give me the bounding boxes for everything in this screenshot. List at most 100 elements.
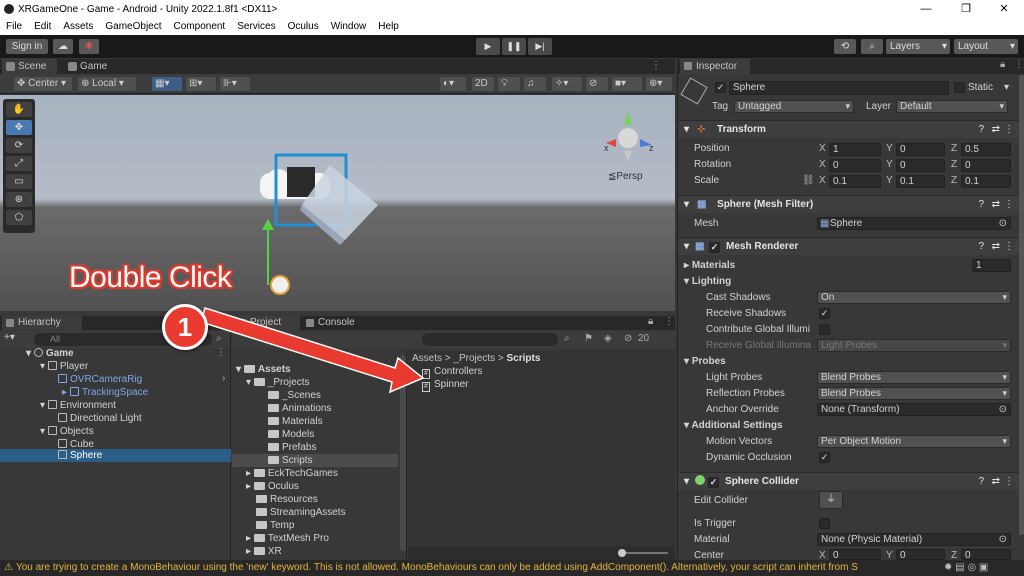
space-dropdown[interactable]: ⊕ Local ▾ xyxy=(78,77,136,91)
menu-gameobject[interactable]: GameObject xyxy=(99,21,167,32)
position-x-field[interactable]: 1 xyxy=(829,143,881,156)
project-search-input[interactable] xyxy=(422,333,558,346)
help-icon[interactable]: ? xyxy=(978,238,984,256)
contribute-gi-checkbox[interactable] xyxy=(819,324,830,335)
motion-vectors-dropdown[interactable]: Per Object Motion xyxy=(817,435,1011,448)
light-probes-dropdown[interactable]: Blend Probes xyxy=(817,371,1011,384)
materials-label[interactable]: ▸ Materials xyxy=(684,260,735,271)
effects-toggle-icon[interactable]: ✧▾ xyxy=(552,77,582,91)
lock-icon[interactable]: 🔒︎ xyxy=(648,316,653,327)
layer-dropdown[interactable]: Default xyxy=(896,100,1008,113)
scale-x-field[interactable]: 0.1 xyxy=(829,175,881,188)
menu-component[interactable]: Component xyxy=(168,21,232,32)
minimize-icon[interactable]: — xyxy=(906,0,946,18)
tree-item-directional-light[interactable]: Directional Light xyxy=(58,412,142,425)
tab-hierarchy[interactable]: Hierarchy xyxy=(2,316,82,330)
preset-icon[interactable]: ⇄ xyxy=(992,473,1000,491)
folder-textmeshpro[interactable]: ▸ TextMesh Pro xyxy=(246,532,329,545)
menu-file[interactable]: File xyxy=(0,21,28,32)
menu-services[interactable]: Services xyxy=(231,21,281,32)
position-z-field[interactable]: 0.5 xyxy=(961,143,1011,156)
kebab-menu-icon[interactable]: ⋮ xyxy=(1004,238,1014,256)
bug-icon[interactable]: ✹ xyxy=(944,562,952,573)
kebab-menu-icon[interactable]: ⋮ xyxy=(651,60,661,71)
close-icon[interactable]: ✕ xyxy=(984,0,1024,18)
tree-item-environment[interactable]: ▾ Environment xyxy=(40,399,116,412)
mode-2d-button[interactable]: 2D xyxy=(472,77,494,91)
inspector-scrollbar[interactable] xyxy=(1019,75,1024,535)
audio-toggle-icon[interactable]: ♫ xyxy=(524,77,546,91)
object-name-field[interactable]: Sphere xyxy=(729,81,949,95)
camera-settings-icon[interactable]: ■▾ xyxy=(612,77,642,91)
file-spinner[interactable]: # Spinner xyxy=(422,378,468,392)
tree-item-ovrcamerarig[interactable]: OVRCameraRig xyxy=(58,373,142,386)
rotation-z-field[interactable]: 0 xyxy=(961,159,1011,172)
materials-count-field[interactable]: 1 xyxy=(972,259,1011,272)
sign-in-button[interactable]: Sign in xyxy=(6,39,48,54)
help-icon[interactable]: ? xyxy=(978,121,984,139)
tab-game[interactable]: Game xyxy=(64,59,119,74)
snap-increment-button[interactable]: ⊞▾ xyxy=(186,77,216,91)
pivot-dropdown[interactable]: ✥ Center ▾ xyxy=(14,77,72,91)
menu-window[interactable]: Window xyxy=(325,21,373,32)
zoom-slider-handle[interactable] xyxy=(618,549,626,557)
reflection-probes-dropdown[interactable]: Blend Probes xyxy=(817,387,1011,400)
tree-item-trackingspace[interactable]: ▸ TrackingSpace xyxy=(62,386,148,399)
center-x-field[interactable]: 0 xyxy=(829,549,881,560)
status-bar[interactable]: ⚠ You are trying to create a MonoBehaviou… xyxy=(0,560,1024,576)
anchor-override-field[interactable]: None (Transform) ⊙ xyxy=(817,403,1011,416)
folder-animations[interactable]: Animations xyxy=(268,402,331,415)
search-filter-icon[interactable]: ⌕ xyxy=(216,333,222,344)
tag-dropdown[interactable]: Untagged xyxy=(734,100,854,113)
tab-project[interactable]: Project xyxy=(234,316,300,330)
tree-item-player[interactable]: ▾ Player xyxy=(40,360,88,373)
restore-icon[interactable]: ❐ xyxy=(946,0,986,18)
search-icon[interactable]: ⌕ xyxy=(861,39,883,54)
folder-temp[interactable]: Temp xyxy=(256,519,294,532)
breadcrumb-scripts[interactable]: Scripts xyxy=(507,353,541,364)
layers-dropdown[interactable]: Layers ▾ xyxy=(886,39,950,54)
object-picker-icon[interactable]: ⊙ xyxy=(999,534,1007,545)
shading-mode-button[interactable]: ◐▾ xyxy=(440,77,466,91)
probes-label[interactable]: ▾ Probes xyxy=(684,356,726,367)
folder-resources[interactable]: Resources xyxy=(256,493,318,506)
mesh-filter-header[interactable]: ▾ ▦ Sphere (Mesh Filter) ? ⇄ ⋮ xyxy=(678,195,1024,213)
kebab-menu-icon[interactable]: ⋮ xyxy=(1004,196,1014,214)
rotation-y-field[interactable]: 0 xyxy=(896,159,945,172)
kebab-menu-icon[interactable]: ⋮ xyxy=(1004,473,1014,491)
search-filter-icon[interactable]: ⌕ xyxy=(564,333,570,344)
active-checkbox[interactable]: ✓ xyxy=(715,82,726,93)
hidden-packages-icon[interactable]: ⊘ xyxy=(624,333,632,344)
menu-edit[interactable]: Edit xyxy=(28,21,57,32)
preset-icon[interactable]: ⇄ xyxy=(992,196,1000,214)
tree-item-objects[interactable]: ▾ Objects xyxy=(40,425,94,438)
folder-scenes[interactable]: _Scenes xyxy=(268,389,321,402)
help-icon[interactable]: ? xyxy=(978,473,984,491)
folder-models[interactable]: Models xyxy=(268,428,314,441)
scene-menu-icon[interactable]: ⋮ xyxy=(216,347,226,358)
tab-console[interactable]: Console xyxy=(302,316,368,330)
receive-shadows-checkbox[interactable]: ✓ xyxy=(819,308,830,319)
add-icon[interactable]: +▾ xyxy=(4,332,15,343)
static-dropdown-icon[interactable]: ▾ xyxy=(1004,82,1009,93)
menu-assets[interactable]: Assets xyxy=(57,21,99,32)
is-trigger-checkbox[interactable] xyxy=(819,518,830,529)
rotation-x-field[interactable]: 0 xyxy=(829,159,881,172)
file-controllers[interactable]: # Controllers xyxy=(422,365,482,379)
folder-oculus[interactable]: ▸ Oculus xyxy=(246,480,299,493)
center-z-field[interactable]: 0 xyxy=(961,549,1011,560)
sphere-collider-checkbox[interactable]: ✓ xyxy=(708,477,720,488)
physic-material-field[interactable]: None (Physic Material) ⊙ xyxy=(817,533,1011,546)
folder-prefabs[interactable]: Prefabs xyxy=(268,441,316,454)
breadcrumb-assets[interactable]: Assets xyxy=(412,353,442,364)
collab-icon[interactable]: ✱ xyxy=(79,39,99,54)
folder-projects[interactable]: ▾ _Projects xyxy=(246,376,310,389)
help-icon[interactable]: ? xyxy=(978,196,984,214)
tab-scene[interactable]: Scene xyxy=(2,59,57,74)
tab-inspector[interactable]: Inspector xyxy=(680,59,750,74)
layout-dropdown[interactable]: Layout ▾ xyxy=(954,39,1018,54)
scene-root[interactable]: ▾ Game xyxy=(26,347,74,360)
kebab-menu-icon[interactable]: ⋮ xyxy=(664,316,674,327)
grid-snap-button[interactable]: ▦▾ xyxy=(152,77,182,91)
center-y-field[interactable]: 0 xyxy=(896,549,945,560)
